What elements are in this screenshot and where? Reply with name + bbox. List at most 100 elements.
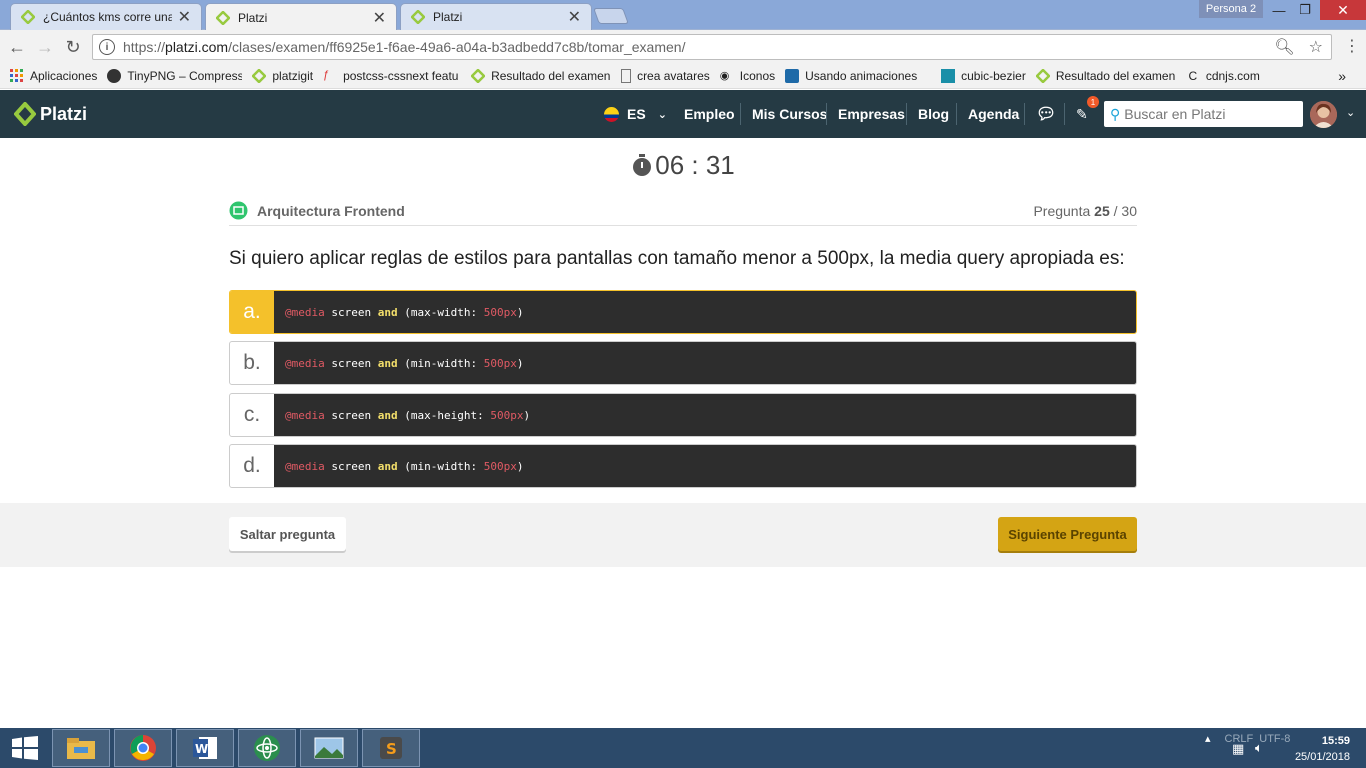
bookmark-star-icon[interactable]: ☆	[1309, 37, 1323, 57]
restore-icon[interactable]: ❐	[1290, 0, 1320, 20]
bookmark-crea-avatares[interactable]: crea avatares	[621, 69, 710, 83]
chat-bubble-icon[interactable]: 💬︎	[1036, 90, 1056, 138]
option-letter: c.	[243, 403, 261, 426]
question-text: Si quiero aplicar reglas de estilos para…	[229, 248, 1125, 269]
code-value: 500px	[483, 459, 517, 473]
nav-divider	[956, 103, 957, 125]
chrome-icon[interactable]	[114, 729, 172, 767]
bookmarks-overflow-button[interactable]: »	[1338, 68, 1346, 84]
forward-icon[interactable]: →	[34, 36, 56, 58]
document-icon	[621, 69, 632, 83]
nav-divider	[1024, 103, 1025, 125]
bookmark-animaciones[interactable]: Usando animaciones	[785, 69, 931, 83]
volume-icon[interactable]: 🔈︎	[1255, 740, 1263, 756]
site-info-icon[interactable]: i	[99, 39, 115, 55]
answer-option-a[interactable]: a. @media screen and (max-width: 500px)	[229, 290, 1137, 334]
zoom-search-icon[interactable]: 🔍︎	[1274, 37, 1294, 57]
code-value: 500px	[483, 356, 517, 370]
bookmark-label: cubic-bezier	[961, 69, 1026, 83]
skip-question-button[interactable]: Saltar pregunta	[229, 517, 346, 551]
platzi-favicon-icon	[252, 69, 267, 83]
bookmark-tinypng[interactable]: TinyPNG – Compress	[107, 69, 242, 83]
chevron-down-icon[interactable]: ⌄	[1346, 106, 1355, 119]
chevron-down-icon: ⌄	[657, 108, 667, 121]
bookmark-platzigit[interactable]: platzigit	[252, 69, 313, 83]
address-bar[interactable]: i https://platzi.com/clases/examen/ff692…	[92, 34, 1332, 60]
browser-tab-1[interactable]: ¿Cuántos kms corre una ( ✕	[10, 3, 202, 30]
new-tab-button[interactable]	[593, 8, 629, 24]
photos-icon[interactable]	[300, 729, 358, 767]
clock-date: 25/01/2018	[1294, 751, 1350, 763]
sublime-text-icon[interactable]: S	[362, 729, 420, 767]
cdnjs-icon: C	[1188, 69, 1198, 83]
option-code: @media screen and (max-width: 500px)	[274, 291, 1136, 333]
notifications-icon[interactable]: ✎	[1076, 90, 1088, 138]
platzi-favicon-icon	[20, 9, 36, 25]
code-paren: )	[523, 408, 531, 422]
platzi-favicon-icon	[410, 9, 426, 25]
network-icon[interactable]: ▦	[1232, 741, 1244, 757]
back-icon[interactable]: ←	[6, 36, 28, 58]
taskbar-clock[interactable]: 15:59 25/01/2018	[1280, 733, 1350, 765]
nav-agenda[interactable]: Agenda	[968, 90, 1019, 138]
window-close-icon[interactable]: ✕	[1320, 0, 1366, 20]
tray-chevron-icon[interactable]: ▴	[1205, 732, 1211, 745]
tab-title: Platzi	[238, 10, 268, 25]
avatar[interactable]	[1310, 101, 1337, 128]
close-tab-icon[interactable]: ✕	[568, 7, 581, 27]
bookmark-cubic-bezier[interactable]: cubic-bezier	[941, 69, 1026, 83]
bookmark-cdnjs[interactable]: C cdnjs.com	[1186, 69, 1259, 83]
bookmark-resultado-2[interactable]: Resultado del examen	[1035, 69, 1176, 83]
course-badge-icon	[229, 201, 248, 220]
nav-divider	[906, 103, 907, 125]
code-media-type: screen	[324, 356, 378, 370]
code-feature: (min-width:	[397, 459, 484, 473]
reload-icon[interactable]: ↻	[62, 36, 84, 58]
atom-icon[interactable]	[238, 729, 296, 767]
exam-action-bar	[0, 503, 1366, 567]
code-feature: (max-height:	[397, 408, 491, 422]
close-tab-icon[interactable]: ✕	[373, 8, 386, 28]
site-search-input[interactable]: ⚲ Buscar en Platzi	[1104, 101, 1303, 127]
browser-tab-3[interactable]: Platzi ✕	[400, 3, 592, 30]
language-selector[interactable]: ES ⌄	[604, 90, 667, 138]
counter-label: Pregunta	[1033, 202, 1091, 219]
browser-tab-2[interactable]: Platzi ✕	[205, 3, 397, 31]
next-question-button[interactable]: Siguiente Pregunta	[998, 517, 1137, 551]
bookmarks-bar: Aplicaciones TinyPNG – Compress platzigi…	[0, 64, 1366, 89]
word-icon[interactable]: W	[176, 729, 234, 767]
answer-option-d[interactable]: d. @media screen and (min-width: 500px)	[229, 444, 1137, 488]
close-tab-icon[interactable]: ✕	[178, 7, 191, 27]
answer-option-c[interactable]: c. @media screen and (max-height: 500px)	[229, 393, 1137, 437]
nav-divider	[826, 103, 827, 125]
profile-button[interactable]: Persona 2	[1199, 0, 1263, 18]
bookmark-apps[interactable]: Aplicaciones	[10, 69, 97, 83]
option-letter: b.	[243, 351, 261, 374]
platzi-logo[interactable]: Platzi	[14, 102, 87, 126]
url-host: platzi.com	[165, 39, 229, 55]
chrome-menu-icon[interactable]: ⋮	[1344, 36, 1360, 56]
nav-blog[interactable]: Blog	[918, 90, 949, 138]
bookmark-label: Iconos	[739, 69, 776, 83]
code-media-type: screen	[324, 305, 378, 319]
counter-total: / 30	[1113, 202, 1137, 219]
nav-divider	[1064, 103, 1065, 125]
code-keyword: and	[377, 408, 398, 422]
code-at-rule: @media	[285, 356, 325, 370]
nav-mis-cursos[interactable]: Mis Cursos	[752, 90, 827, 138]
bookmark-postcss[interactable]: ƒ postcss-cssnext featu	[323, 69, 461, 83]
nav-empresas[interactable]: Empresas	[838, 90, 905, 138]
course-name: Arquitectura Frontend	[257, 202, 405, 219]
platzi-favicon-icon	[215, 9, 231, 26]
colombia-flag-icon	[604, 106, 619, 122]
bookmark-label: postcss-cssnext featu	[343, 69, 459, 83]
option-code: @media screen and (min-width: 500px)	[274, 342, 1136, 384]
windows-start-icon[interactable]	[12, 736, 38, 765]
bookmark-resultado-1[interactable]: Resultado del examen	[471, 69, 611, 83]
code-feature: (min-width:	[397, 356, 484, 370]
nav-empleo[interactable]: Empleo	[684, 90, 735, 138]
language-label: ES	[627, 106, 646, 122]
bookmark-iconos[interactable]: ◉ Iconos	[720, 69, 775, 83]
answer-option-b[interactable]: b. @media screen and (min-width: 500px)	[229, 341, 1137, 385]
file-explorer-icon[interactable]	[52, 729, 110, 767]
